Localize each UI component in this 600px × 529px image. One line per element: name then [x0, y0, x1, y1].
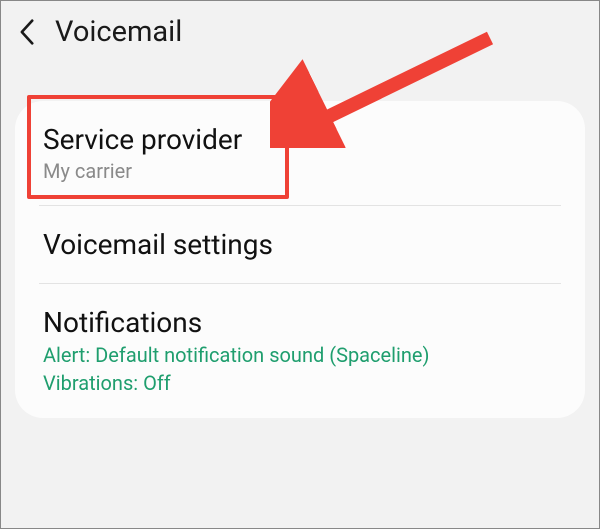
notifications-detail-line1: Alert: Default notification sound (Space… [43, 342, 557, 368]
voicemail-settings-title: Voicemail settings [43, 228, 557, 262]
chevron-left-icon [19, 18, 36, 46]
service-provider-item[interactable]: Service provider My carrier [15, 101, 585, 205]
screen-container: Voicemail Service provider My carrier Vo… [0, 0, 600, 529]
voicemail-settings-item[interactable]: Voicemail settings [15, 206, 585, 284]
notifications-item[interactable]: Notifications Alert: Default notificatio… [15, 284, 585, 418]
back-button[interactable] [13, 18, 41, 46]
notifications-title: Notifications [43, 306, 557, 340]
settings-card: Service provider My carrier Voicemail se… [15, 101, 585, 418]
header-bar: Voicemail [1, 1, 599, 63]
service-provider-title: Service provider [43, 123, 557, 157]
page-title: Voicemail [55, 15, 182, 49]
service-provider-subtitle: My carrier [43, 159, 557, 183]
notifications-detail-line2: Vibrations: Off [43, 370, 557, 396]
